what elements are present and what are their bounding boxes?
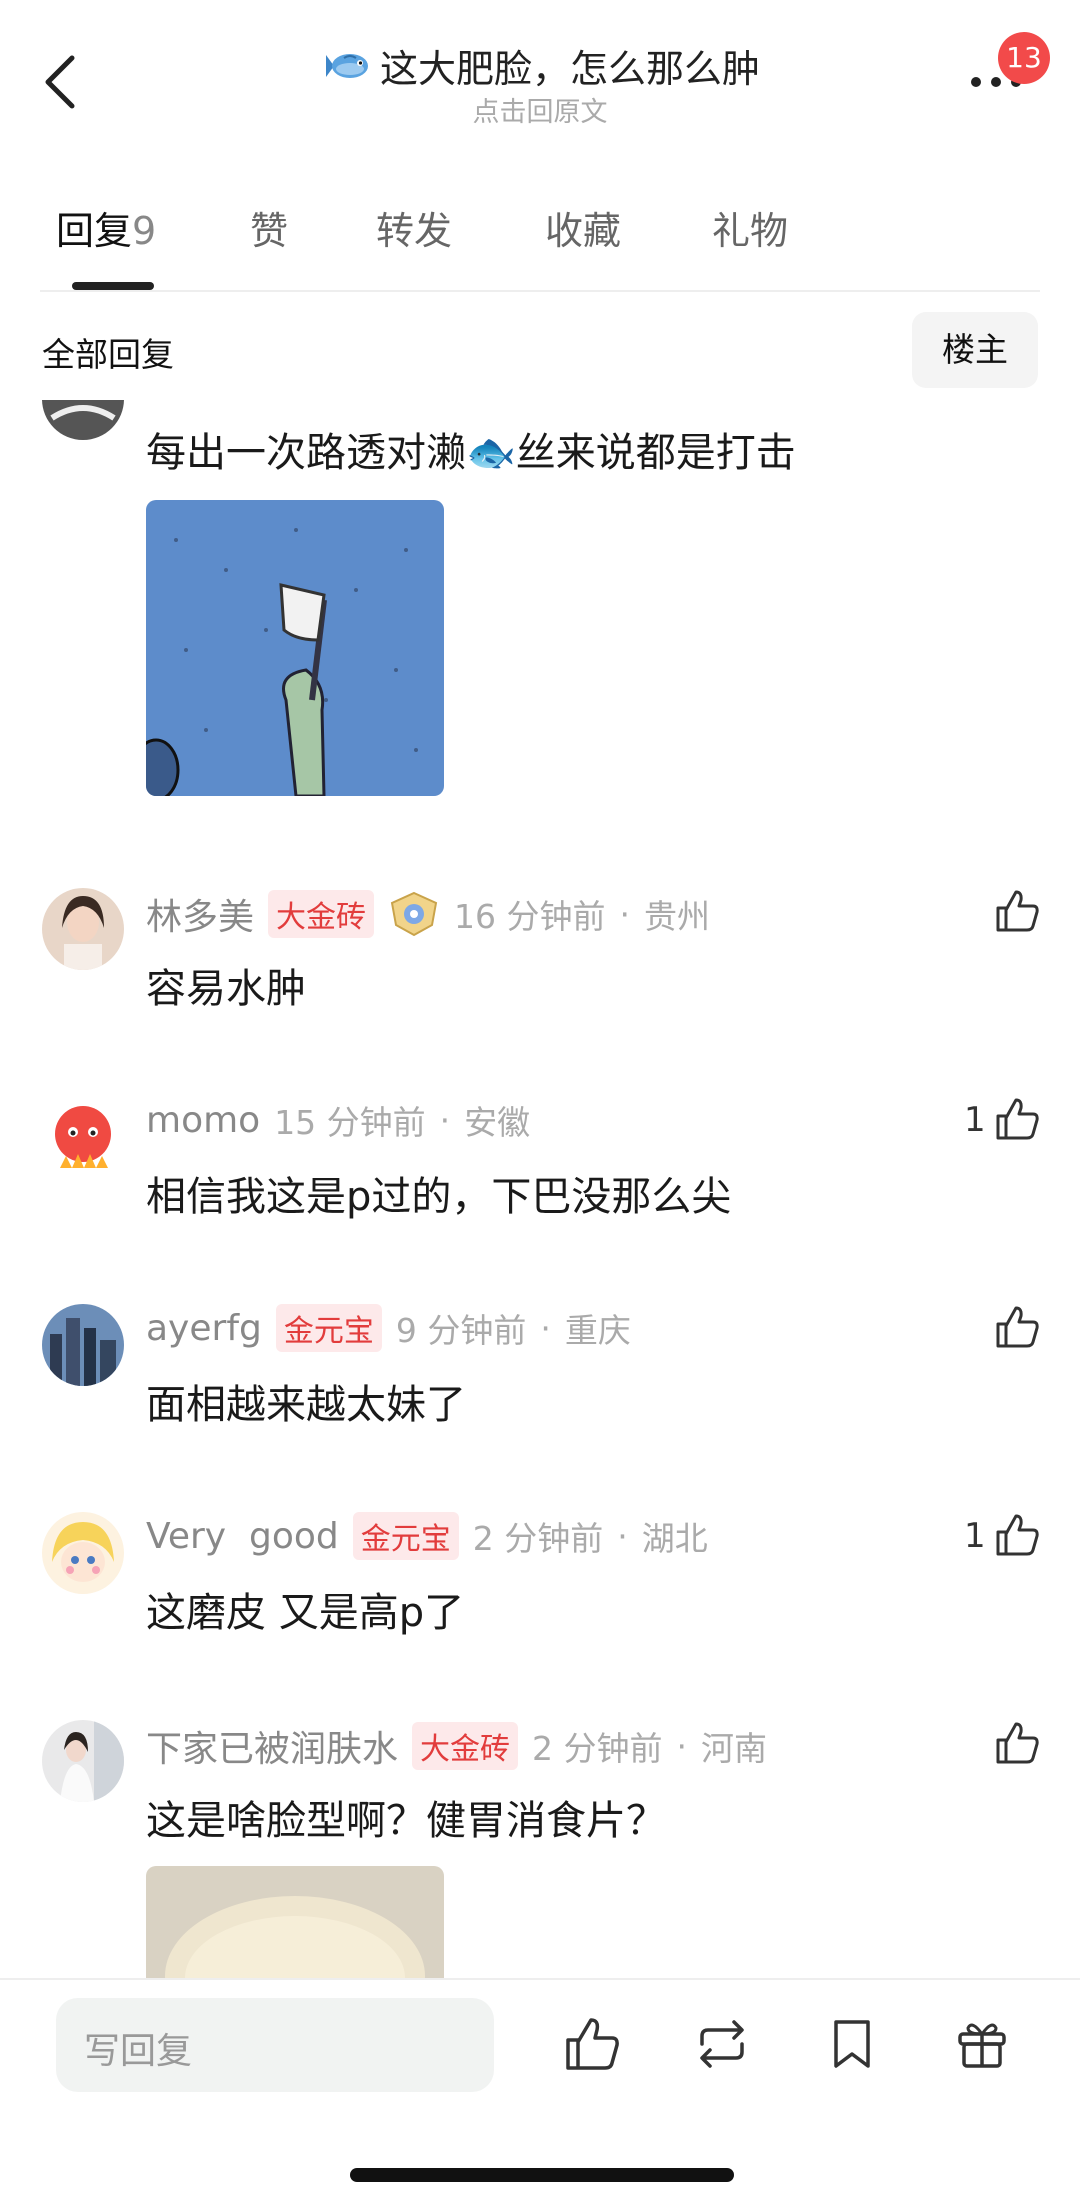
tab-reposts[interactable]: 转发: [376, 200, 452, 255]
avatar[interactable]: [42, 888, 124, 970]
home-indicator: [350, 2168, 734, 2182]
separator-dot: ·: [676, 1726, 688, 1766]
timestamp: 9 分钟前: [395, 1311, 527, 1350]
active-tab-indicator: [72, 282, 154, 290]
tab-likes[interactable]: 赞: [250, 200, 288, 255]
like-icon[interactable]: [994, 1720, 1040, 1766]
comment-text: 这是啥脸型啊？健胃消食片？: [146, 1798, 666, 1844]
like-icon[interactable]: [994, 888, 1040, 934]
rank-badge-icon: [390, 891, 438, 937]
comment-text-row: 容易水肿: [146, 956, 306, 1014]
gift-icon[interactable]: [954, 2016, 1010, 2072]
timestamp: 2 分钟前: [472, 1519, 604, 1558]
comment-text-row: 这磨皮 又是高p了: [146, 1580, 464, 1638]
like-icon[interactable]: [994, 1304, 1040, 1350]
username[interactable]: 林多美: [146, 888, 254, 940]
location: 重庆: [564, 1311, 631, 1350]
comment-text-row: 每出一次路透对濑🐟丝来说都是打击: [146, 420, 796, 478]
like-icon[interactable]: [564, 2016, 620, 2072]
timestamp: 15 分钟前: [274, 1103, 426, 1142]
separator-dot: ·: [617, 1516, 628, 1556]
fan-badge: 大金砖: [268, 890, 375, 938]
divider: [40, 290, 1040, 292]
bookmark-icon[interactable]: [824, 2016, 880, 2072]
timestamp: 2 分钟前: [532, 1729, 663, 1768]
tab-replies[interactable]: 回复9: [56, 200, 156, 255]
comment-header: 林多美 大金砖 16 分钟前 · 贵州: [146, 888, 710, 940]
location: 湖北: [641, 1519, 708, 1558]
fan-badge: 金元宝: [352, 1512, 459, 1560]
username[interactable]: ayerfg: [146, 1308, 262, 1349]
separator-dot: ·: [540, 1308, 551, 1348]
comment-text: 容易水肿: [146, 966, 306, 1012]
tab-count: 9: [132, 209, 157, 253]
like-count: 1: [964, 1100, 986, 1140]
tab-label: 回复: [56, 209, 133, 253]
back-to-original-link[interactable]: 点击回原文: [0, 90, 1080, 129]
comment-header: momo 15 分钟前 · 安徽: [146, 1096, 530, 1144]
comment-text-row: 面相越来越太妹了: [146, 1372, 466, 1430]
notification-badge: 13: [998, 32, 1050, 84]
fish-emoji-icon: [325, 53, 368, 78]
comment-text: 面相越来越太妹了: [146, 1382, 466, 1428]
avatar[interactable]: [42, 400, 124, 440]
avatar[interactable]: [42, 1512, 124, 1594]
username[interactable]: momo: [146, 1100, 260, 1141]
comment-text: 每出一次路透对濑🐟丝来说都是打击: [146, 430, 796, 476]
reply-placeholder: 写回复: [84, 2031, 193, 2072]
fan-badge: 大金砖: [412, 1722, 519, 1770]
location: 河南: [701, 1729, 768, 1768]
comment-text-row: 相信我这是p过的，下巴没那么尖: [146, 1164, 731, 1222]
separator-dot: ·: [439, 1100, 451, 1140]
tab-bar: 回复9 赞 转发 收藏 礼物: [0, 200, 1080, 270]
header-title[interactable]: 这大肥脸，怎么那么肿: [0, 38, 1080, 93]
location: 贵州: [644, 897, 710, 936]
tab-gifts[interactable]: 礼物: [712, 200, 788, 255]
comment-header: 下家已被润肤水 大金砖 2 分钟前 · 河南: [146, 1720, 767, 1772]
comment-image[interactable]: [146, 1866, 444, 1978]
comment-text: 相信我这是p过的，下巴没那么尖: [146, 1174, 732, 1220]
comment-text-row: 这是啥脸型啊？健胃消食片？: [146, 1788, 666, 1846]
username[interactable]: 下家已被润肤水: [146, 1720, 398, 1772]
avatar[interactable]: [42, 1304, 124, 1386]
location: 安徽: [464, 1103, 531, 1142]
username[interactable]: Very good: [146, 1516, 339, 1557]
post-title: 这大肥脸，怎么那么肿: [379, 47, 760, 91]
like-icon[interactable]: [994, 1512, 1040, 1558]
repost-icon[interactable]: [694, 2016, 750, 2072]
comment-header: ayerfg 金元宝 9 分钟前 · 重庆: [146, 1304, 631, 1352]
all-replies-label: 全部回复: [42, 335, 174, 374]
separator-dot: ·: [619, 894, 631, 934]
avatar[interactable]: [42, 1720, 124, 1802]
fan-badge: 金元宝: [275, 1304, 382, 1352]
comment-image[interactable]: [146, 500, 444, 796]
timestamp: 16 分钟前: [454, 897, 606, 936]
like-count: 1: [964, 1516, 986, 1556]
tab-favorites[interactable]: 收藏: [545, 200, 621, 255]
like-icon[interactable]: [994, 1096, 1040, 1142]
comment-header: Very good 金元宝 2 分钟前 · 湖北: [146, 1512, 708, 1560]
avatar[interactable]: [42, 1096, 124, 1178]
comment-text: 这磨皮 又是高p了: [146, 1590, 465, 1636]
op-only-button[interactable]: 楼主: [912, 312, 1038, 388]
